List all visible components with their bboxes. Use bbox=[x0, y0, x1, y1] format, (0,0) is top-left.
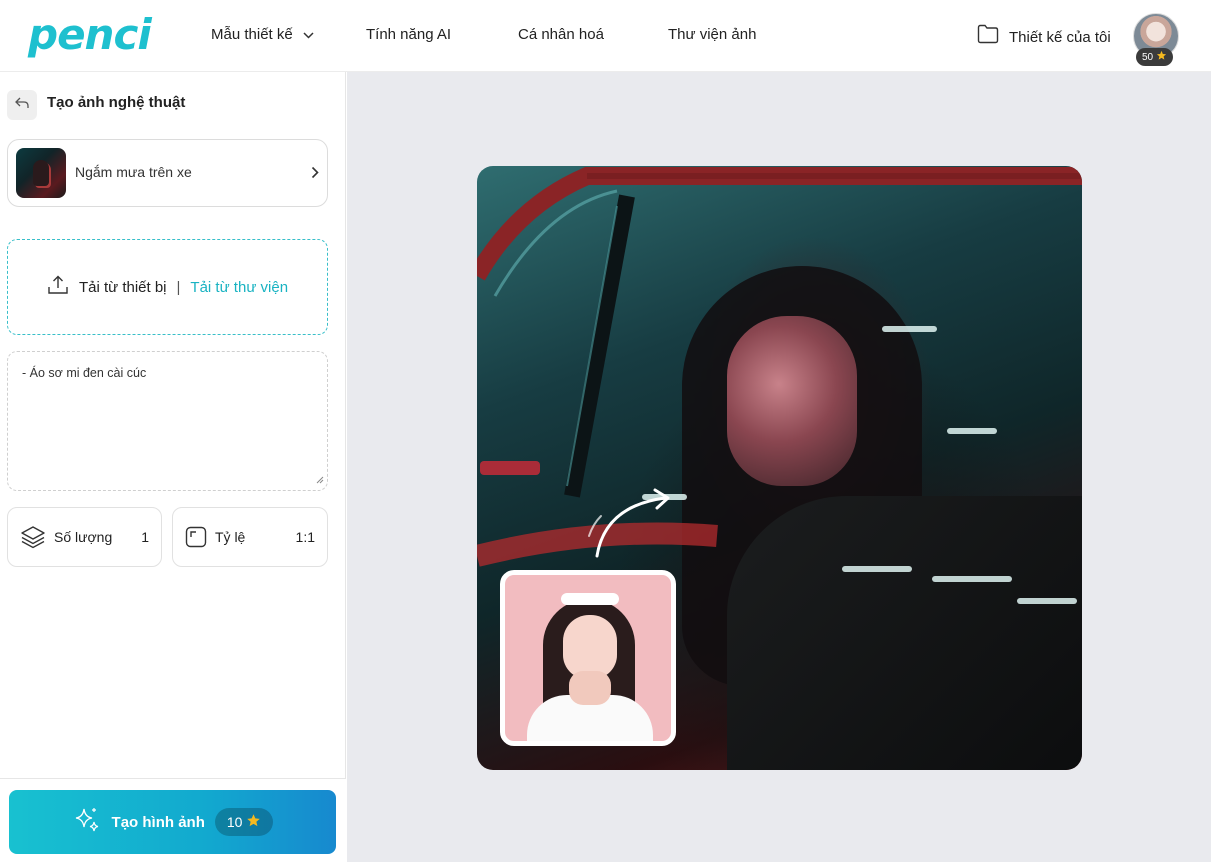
my-designs-label: Thiết kế của tôi bbox=[1009, 28, 1111, 46]
ratio-selector[interactable]: Tỷ lệ 1:1 bbox=[172, 507, 328, 567]
quantity-label: Số lượng bbox=[54, 529, 113, 545]
upload-icon bbox=[47, 275, 69, 299]
ratio-label: Tỷ lệ bbox=[215, 529, 246, 545]
chevron-down-icon bbox=[303, 24, 314, 46]
points-badge: 50 bbox=[1136, 48, 1174, 66]
resize-grip-icon[interactable] bbox=[316, 473, 324, 487]
left-panel: Tạo ảnh nghệ thuật Ngắm mưa trên xe Tải … bbox=[0, 72, 346, 862]
quantity-value: 1 bbox=[141, 529, 149, 545]
points-value: 50 bbox=[1142, 51, 1154, 63]
star-icon bbox=[246, 813, 261, 831]
upload-from-device-label: Tải từ thiết bị bbox=[78, 278, 167, 296]
upload-from-library-link[interactable]: Tải từ thư viện bbox=[190, 279, 288, 296]
source-face bbox=[563, 615, 617, 679]
prompt-textarea[interactable]: - Áo sơ mi đen cài cúc bbox=[7, 351, 328, 491]
nav-design-templates[interactable]: Mẫu thiết kế bbox=[211, 24, 314, 46]
style-name: Ngắm mưa trên xe bbox=[75, 164, 192, 180]
user-account[interactable]: 50 bbox=[1133, 13, 1179, 66]
source-photo-thumbnail bbox=[500, 570, 676, 746]
penci-logo[interactable]: penci bbox=[28, 10, 152, 60]
sidebar-footer: Tạo hình ảnh 10 bbox=[0, 778, 346, 862]
layers-icon bbox=[20, 525, 46, 549]
chevron-right-icon bbox=[311, 166, 319, 184]
nav-photo-library[interactable]: Thư viện ảnh bbox=[668, 24, 756, 46]
top-header: penci Mẫu thiết kế Tính năng AI Cá nhân … bbox=[0, 0, 1211, 72]
back-arrow-icon bbox=[14, 96, 30, 115]
cost-badge: 10 bbox=[214, 808, 274, 836]
nav-design-templates-label: Mẫu thiết kế bbox=[211, 26, 293, 43]
quantity-selector[interactable]: Số lượng 1 bbox=[7, 507, 162, 567]
transform-arrow-icon bbox=[588, 488, 670, 558]
cost-value: 10 bbox=[226, 814, 243, 830]
back-button[interactable] bbox=[7, 90, 37, 120]
aspect-ratio-icon bbox=[185, 526, 207, 548]
upload-from-device-button[interactable]: Tải từ thiết bị bbox=[47, 275, 167, 299]
folder-icon bbox=[977, 24, 999, 51]
upload-dropzone[interactable]: Tải từ thiết bị | Tải từ thư viện bbox=[7, 239, 328, 335]
my-designs-link[interactable]: Thiết kế của tôi bbox=[977, 24, 1111, 51]
style-thumbnail bbox=[16, 148, 66, 198]
nav-personalize[interactable]: Cá nhân hoá bbox=[518, 24, 604, 46]
star-icon bbox=[1156, 50, 1167, 64]
panel-title: Tạo ảnh nghệ thuật bbox=[47, 94, 186, 111]
style-selector[interactable]: Ngắm mưa trên xe bbox=[7, 139, 328, 207]
style-preview-image bbox=[477, 166, 1082, 770]
ratio-value: 1:1 bbox=[295, 529, 315, 545]
create-image-label: Tạo hình ảnh bbox=[111, 813, 205, 831]
create-image-button[interactable]: Tạo hình ảnh 10 bbox=[9, 790, 336, 854]
source-hands bbox=[569, 671, 611, 705]
source-headband bbox=[561, 593, 619, 605]
upload-separator: | bbox=[176, 278, 181, 296]
sparkles-icon bbox=[72, 805, 102, 839]
preview-canvas bbox=[347, 72, 1211, 862]
nav-ai-features[interactable]: Tính năng AI bbox=[366, 24, 451, 46]
prompt-text: - Áo sơ mi đen cài cúc bbox=[22, 366, 147, 380]
